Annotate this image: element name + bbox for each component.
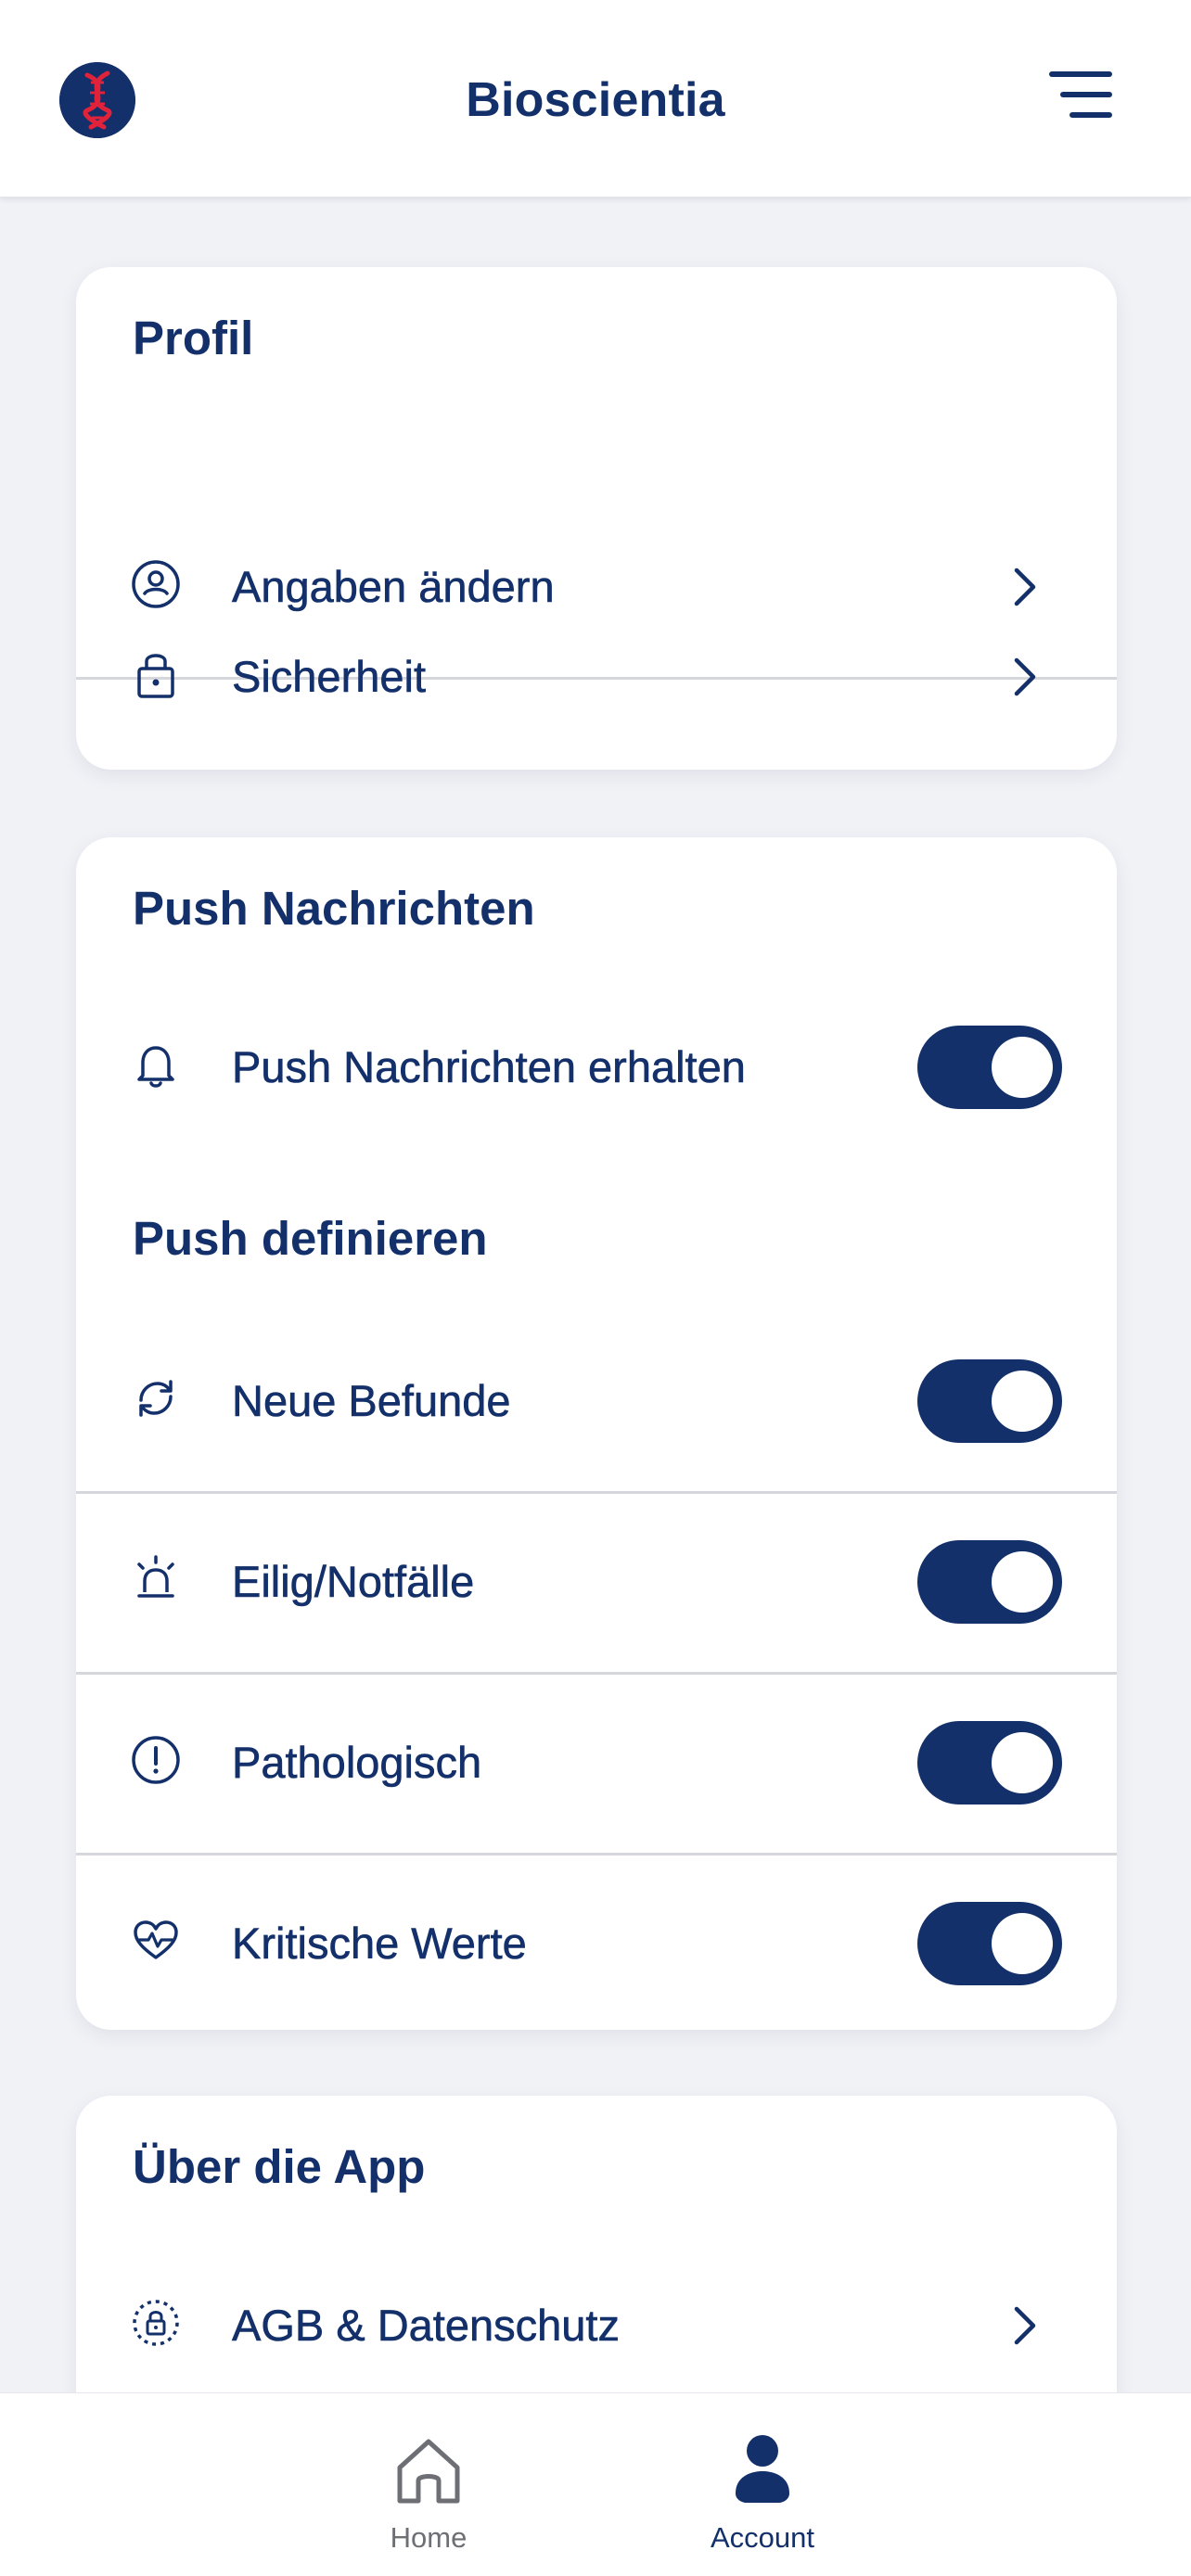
nav-tab-label: Home <box>390 2521 467 2554</box>
profil-item-sicherheit[interactable]: Sicherheit <box>76 589 1117 770</box>
refresh-icon <box>130 1372 182 1424</box>
shield-lock-icon <box>130 2297 182 2349</box>
kritische-werte-toggle[interactable] <box>917 1902 1062 1985</box>
app-header: Bioscientia <box>0 0 1191 198</box>
toggle-knob <box>992 1037 1053 1098</box>
push-card: Push Nachrichten Push Nachrichten erhalt… <box>76 837 1117 2030</box>
chevron-right-icon <box>1004 651 1050 703</box>
pathologisch-toggle[interactable] <box>917 1721 1062 1804</box>
home-icon <box>392 2432 465 2508</box>
push-receive-label: Push Nachrichten erhalten <box>232 1042 746 1092</box>
push-item-label: Eilig/Notfälle <box>232 1557 475 1607</box>
hamburger-menu-icon[interactable] <box>1048 67 1113 122</box>
profil-card: Profil Angaben ändern Sicherheit <box>76 267 1117 770</box>
nav-tab-home[interactable]: Home <box>336 2432 521 2555</box>
push-receive-toggle[interactable] <box>917 1026 1062 1109</box>
push-item-neue-befunde: Neue Befunde <box>76 1313 1117 1494</box>
page-title: Bioscientia <box>466 73 725 127</box>
profil-section-title: Profil <box>133 312 254 364</box>
exclamation-circle-icon <box>130 1734 182 1786</box>
push-item-eilig: Eilig/Notfälle <box>76 1494 1117 1675</box>
push-section-title: Push Nachrichten <box>133 882 535 935</box>
heart-pulse-icon <box>130 1915 182 1967</box>
lock-icon <box>130 648 182 700</box>
user-icon <box>726 2432 799 2508</box>
about-item-label: AGB & Datenschutz <box>232 2301 621 2351</box>
bottom-navigation: Home Account <box>0 2392 1191 2576</box>
push-item-pathologisch: Pathologisch <box>76 1675 1117 1855</box>
nav-tab-account[interactable]: Account <box>670 2432 855 2555</box>
nav-tab-label: Account <box>710 2521 814 2554</box>
push-define-title: Push definieren <box>133 1212 488 1265</box>
toggle-knob <box>992 1551 1053 1613</box>
neue-befunde-toggle[interactable] <box>917 1359 1062 1443</box>
eilig-toggle[interactable] <box>917 1540 1062 1624</box>
push-item-kritische-werte: Kritische Werte <box>76 1855 1117 2030</box>
toggle-knob <box>992 1371 1053 1432</box>
about-item-agb[interactable]: AGB & Datenschutz <box>76 2238 1117 2418</box>
push-item-label: Kritische Werte <box>232 1919 527 1969</box>
alarm-light-icon <box>130 1553 182 1605</box>
profil-item-label: Sicherheit <box>232 652 427 702</box>
push-item-label: Neue Befunde <box>232 1376 511 1426</box>
push-item-label: Pathologisch <box>232 1738 482 1788</box>
push-receive-row: Push Nachrichten erhalten <box>76 979 1117 1160</box>
about-section-title: Über die App <box>133 2140 426 2193</box>
account-screen: Bioscientia Profil Angaben ändern Sicher… <box>0 0 1191 2576</box>
toggle-knob <box>992 1913 1053 1974</box>
chevron-right-icon <box>1004 2300 1050 2352</box>
bell-icon <box>130 1039 182 1090</box>
toggle-knob <box>992 1732 1053 1793</box>
